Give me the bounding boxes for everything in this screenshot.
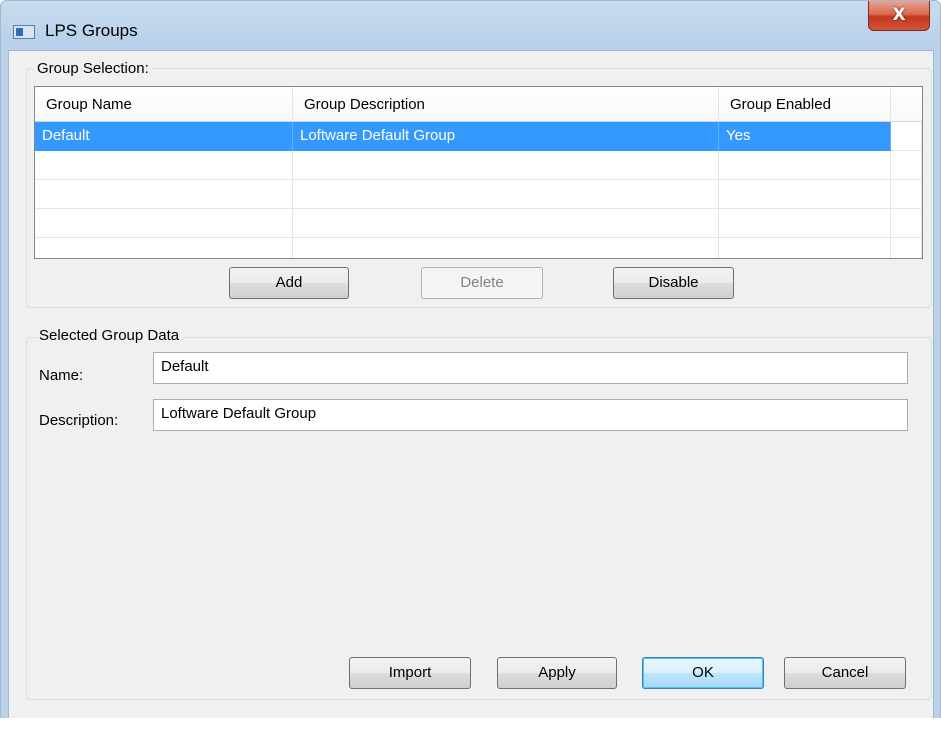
table-row[interactable]: Default Loftware Default Group Yes	[35, 122, 922, 151]
name-field[interactable]: Default	[153, 352, 908, 384]
cell-group-name	[35, 209, 293, 238]
cell-group-enabled	[719, 238, 891, 258]
cell-filler	[891, 151, 922, 180]
background-strip	[0, 718, 941, 729]
apply-button[interactable]: Apply	[497, 657, 617, 689]
cell-group-name: Default	[35, 122, 293, 151]
add-button[interactable]: Add	[229, 267, 349, 299]
cell-group-name	[35, 238, 293, 258]
description-label: Description:	[39, 412, 119, 429]
lps-groups-window: LPS Groups X Group Selection: Group Name…	[0, 0, 941, 729]
column-header-group-enabled[interactable]: Group Enabled	[719, 87, 891, 122]
table-row[interactable]	[35, 209, 922, 238]
cell-group-description	[293, 151, 719, 180]
ok-button[interactable]: OK	[642, 657, 764, 689]
cell-filler	[891, 180, 922, 209]
name-label: Name:	[39, 367, 84, 384]
cell-group-enabled	[719, 151, 891, 180]
cell-group-enabled: Yes	[719, 122, 891, 151]
close-icon: X	[892, 5, 906, 25]
cell-group-enabled	[719, 180, 891, 209]
cell-group-description	[293, 209, 719, 238]
table-row[interactable]	[35, 238, 922, 258]
selected-group-data-legend: Selected Group Data	[36, 327, 183, 345]
cancel-button[interactable]: Cancel	[784, 657, 906, 689]
selected-group-data-box	[26, 337, 932, 700]
table-row[interactable]	[35, 180, 922, 209]
cell-filler	[891, 122, 922, 151]
groups-list[interactable]: Group Name Group Description Group Enabl…	[34, 86, 923, 259]
description-field[interactable]: Loftware Default Group	[153, 399, 908, 431]
app-window-icon	[13, 25, 35, 39]
window-title: LPS Groups	[45, 21, 138, 40]
column-header-group-description[interactable]: Group Description	[293, 87, 719, 122]
cell-filler	[891, 209, 922, 238]
cell-group-description: Loftware Default Group	[293, 122, 719, 151]
cell-group-enabled	[719, 209, 891, 238]
table-row[interactable]	[35, 151, 922, 180]
close-button[interactable]: X	[868, 1, 930, 31]
disable-button[interactable]: Disable	[613, 267, 734, 299]
cell-filler	[891, 238, 922, 258]
title-bar[interactable]: LPS Groups X	[1, 1, 940, 51]
column-header-filler	[891, 87, 922, 122]
column-header-group-name[interactable]: Group Name	[35, 87, 293, 122]
cell-group-description	[293, 238, 719, 258]
cell-group-description	[293, 180, 719, 209]
cell-group-name	[35, 151, 293, 180]
cell-group-name	[35, 180, 293, 209]
dialog-client-area: Group Selection: Group Name Group Descri…	[8, 50, 934, 721]
group-selection-legend: Group Selection:	[34, 60, 152, 78]
delete-button[interactable]: Delete	[421, 267, 543, 299]
import-button[interactable]: Import	[349, 657, 471, 689]
